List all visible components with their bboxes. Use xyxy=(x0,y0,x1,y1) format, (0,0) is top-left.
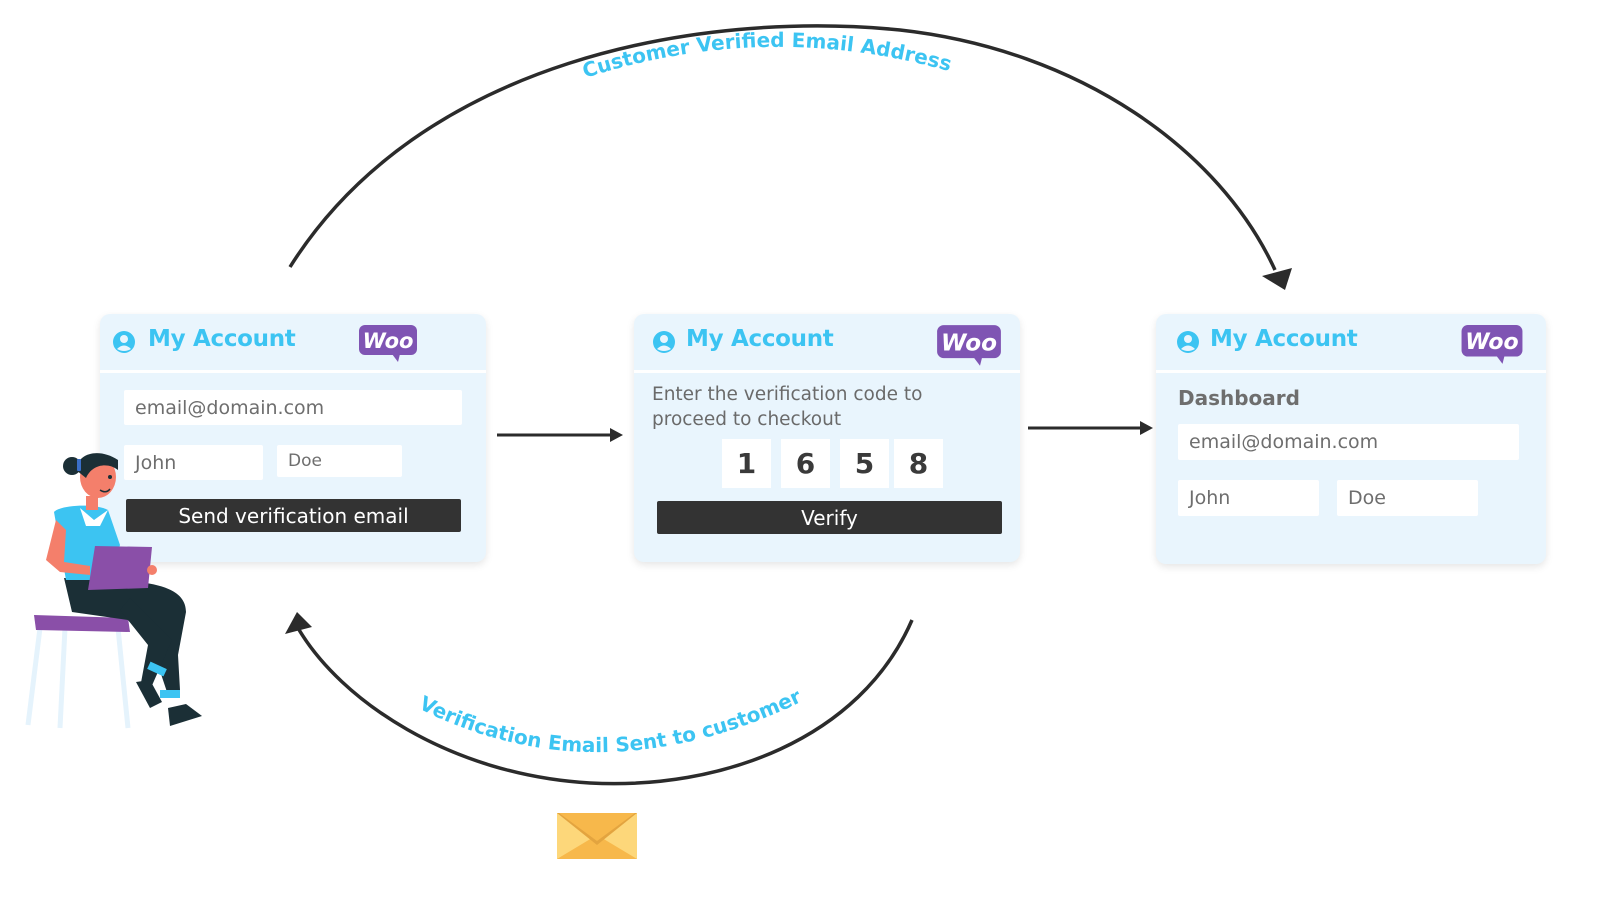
send-verification-button[interactable]: Send verification email xyxy=(126,499,461,532)
verification-instructions: Enter the verification code to proceed t… xyxy=(652,382,922,432)
last-name-field[interactable]: Doe xyxy=(277,445,402,477)
arrow-1-to-2-head xyxy=(610,428,623,442)
instructions-line-1: Enter the verification code to xyxy=(652,384,923,405)
card-title: My Account xyxy=(686,326,834,352)
bottom-arc xyxy=(296,619,914,786)
account-card-dashboard: My Account Woo Dashboard email@domain.co… xyxy=(1156,314,1546,564)
email-field[interactable]: email@domain.com xyxy=(124,390,462,425)
last-name-field[interactable]: Doe xyxy=(1337,480,1478,516)
user-circle-icon xyxy=(1177,331,1199,353)
user-circle-icon xyxy=(653,331,675,353)
top-arc-label: Customer Verified Email Address xyxy=(579,28,954,83)
user-circle-icon xyxy=(113,331,135,353)
card-header: My Account Woo xyxy=(634,314,1020,373)
instructions-line-2: proceed to checkout xyxy=(652,409,842,430)
code-digit-4[interactable]: 8 xyxy=(894,439,943,488)
card-header: My Account Woo xyxy=(1156,314,1546,373)
woo-logo: Woo xyxy=(359,325,417,362)
card-title: My Account xyxy=(1210,326,1358,352)
woo-logo: Woo xyxy=(937,325,1001,366)
arrow-2-to-3-head xyxy=(1140,421,1153,435)
code-digit-1[interactable]: 1 xyxy=(722,439,771,488)
code-digit-3[interactable]: 5 xyxy=(840,439,889,488)
bottom-arc-label: Verification Email Sent to customer xyxy=(416,684,805,757)
top-arc-arrowhead xyxy=(1262,268,1292,290)
svg-text:Woo: Woo xyxy=(363,329,414,353)
top-arc xyxy=(288,24,1277,271)
dashboard-heading: Dashboard xyxy=(1178,386,1300,410)
svg-text:Woo: Woo xyxy=(1465,330,1518,355)
account-card-send: My Account Woo email@domain.com John Doe… xyxy=(100,314,486,562)
card-title: My Account xyxy=(148,326,296,352)
woo-logo: Woo xyxy=(1461,325,1523,364)
svg-text:Woo: Woo xyxy=(941,330,997,356)
account-card-verify: My Account Woo Enter the verification co… xyxy=(634,314,1020,562)
first-name-field[interactable]: John xyxy=(124,445,263,480)
code-digit-2[interactable]: 6 xyxy=(781,439,830,488)
first-name-field[interactable]: John xyxy=(1178,480,1319,516)
email-field[interactable]: email@domain.com xyxy=(1178,424,1519,460)
verify-button[interactable]: Verify xyxy=(657,501,1002,534)
card-header: My Account Woo xyxy=(100,314,486,373)
